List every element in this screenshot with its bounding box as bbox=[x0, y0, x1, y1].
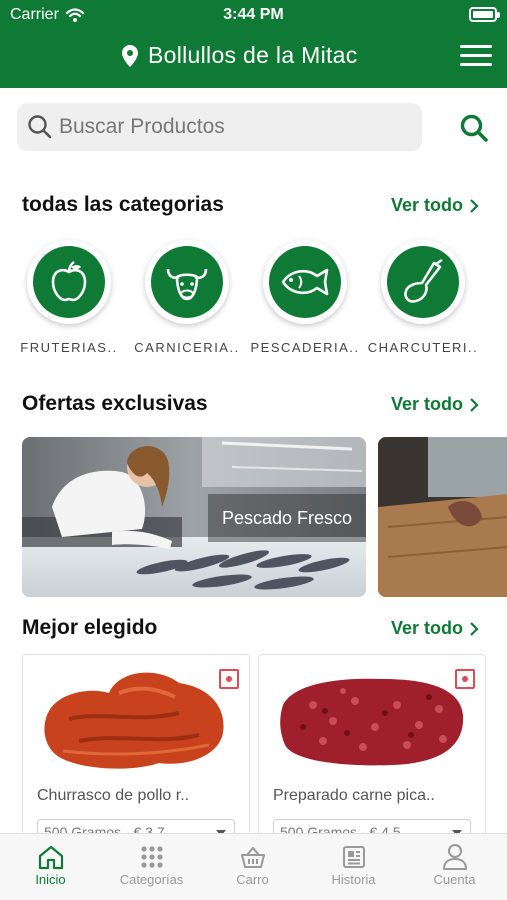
best-see-all-label: Ver todo bbox=[390, 618, 463, 638]
category-pescaderia[interactable]: PESCADERIA.. bbox=[246, 240, 364, 355]
category-carniceria[interactable]: CARNICERIA.. bbox=[128, 240, 246, 355]
product-card[interactable]: Preparado carne pica.. 500 Gramos - € 4.… bbox=[258, 654, 486, 834]
offer-label: Pescado Fresco bbox=[207, 494, 366, 542]
product-image-minced-meat bbox=[280, 678, 464, 766]
product-weight-select[interactable]: 500 Gramos - € 3.7 bbox=[37, 819, 235, 834]
battery-icon bbox=[469, 7, 500, 22]
tab-cuenta[interactable]: Cuenta bbox=[404, 842, 505, 887]
category-icon-frame bbox=[381, 240, 465, 324]
search-button-icon[interactable] bbox=[459, 113, 489, 143]
bull-icon bbox=[166, 268, 208, 301]
best-title: Mejor elegido bbox=[22, 616, 158, 639]
chevron-right-icon bbox=[470, 198, 479, 213]
offers-carousel[interactable]: Pescado Fresco bbox=[22, 437, 507, 597]
offers-see-all-label: Ver todo bbox=[390, 394, 463, 414]
fish-icon bbox=[281, 268, 329, 296]
best-see-all-link[interactable]: Ver todo bbox=[391, 618, 479, 639]
chevron-right-icon bbox=[470, 397, 479, 412]
tab-categorias[interactable]: Categorías bbox=[101, 842, 202, 887]
basket-icon bbox=[240, 846, 265, 868]
chevron-right-icon bbox=[470, 621, 479, 636]
ham-icon bbox=[404, 259, 443, 303]
tab-label: Cuenta bbox=[433, 872, 476, 887]
location-label: Bollullos de la Mitac bbox=[148, 42, 358, 68]
category-label: CHARCUTERI.. bbox=[367, 340, 479, 355]
grid-dots-icon bbox=[140, 846, 163, 868]
category-icon-frame bbox=[145, 240, 229, 324]
search-placeholder: Buscar Productos bbox=[59, 115, 225, 138]
bottom-tab-bar: Inicio Categorías Carro Historia Cuenta bbox=[0, 833, 507, 900]
categories-see-all-link[interactable]: Ver todo bbox=[391, 195, 479, 216]
category-label: PESCADERIA.. bbox=[250, 340, 360, 355]
category-icon-frame bbox=[263, 240, 347, 324]
home-icon bbox=[38, 845, 63, 870]
location-pin-icon bbox=[122, 44, 138, 67]
category-label: CARNICERIA.. bbox=[134, 340, 240, 355]
product-image-chicken-churrasco bbox=[44, 672, 224, 769]
tab-historia[interactable]: Historia bbox=[303, 842, 404, 887]
tab-label: Inicio bbox=[35, 872, 66, 887]
status-time: 3:44 PM bbox=[223, 6, 284, 23]
category-list: FRUTERIAS.. CARNICERIA.. PESCADERIA.. CH… bbox=[20, 240, 492, 360]
offer-card-partial[interactable] bbox=[378, 437, 507, 597]
tab-label: Historia bbox=[331, 872, 376, 887]
tab-carro[interactable]: Carro bbox=[202, 842, 303, 887]
status-bar: Carrier 3:44 PM bbox=[0, 0, 507, 30]
product-weight-select[interactable]: 500 Gramos - € 4.5 bbox=[273, 819, 471, 834]
tab-inicio[interactable]: Inicio bbox=[0, 842, 101, 887]
category-label: FRUTERIAS.. bbox=[20, 340, 118, 355]
product-name: Churrasco de pollo r.. bbox=[37, 787, 190, 804]
offer-image-meat-board bbox=[378, 437, 507, 597]
tab-label: Categorías bbox=[119, 872, 184, 887]
category-fruterias[interactable]: FRUTERIAS.. bbox=[10, 240, 128, 355]
category-charcuteria[interactable]: CHARCUTERI.. bbox=[364, 240, 482, 355]
user-icon bbox=[442, 844, 467, 870]
location-selector[interactable]: Bollullos de la Mitac bbox=[122, 42, 390, 69]
newspaper-icon bbox=[342, 846, 365, 868]
veg-badge-icon bbox=[219, 669, 239, 689]
hamburger-menu-icon[interactable] bbox=[460, 45, 492, 67]
product-name: Preparado carne pica.. bbox=[273, 787, 435, 804]
magnifier-icon bbox=[28, 115, 52, 139]
category-icon-frame bbox=[27, 240, 111, 324]
categories-title: todas las categorias bbox=[22, 193, 224, 216]
tab-label: Carro bbox=[236, 872, 269, 887]
offers-see-all-link[interactable]: Ver todo bbox=[391, 394, 479, 415]
top-bar: Carrier 3:44 PM Bollullos de la Mitac bbox=[0, 0, 507, 88]
offer-card[interactable]: Pescado Fresco bbox=[22, 437, 366, 597]
product-list: Churrasco de pollo r.. 500 Gramos - € 3.… bbox=[22, 654, 492, 834]
search-input[interactable]: Buscar Productos bbox=[17, 103, 422, 151]
apple-icon bbox=[51, 261, 87, 302]
veg-badge-icon bbox=[455, 669, 475, 689]
categories-see-all-label: Ver todo bbox=[390, 195, 463, 215]
product-card[interactable]: Churrasco de pollo r.. 500 Gramos - € 3.… bbox=[22, 654, 250, 834]
offers-title: Ofertas exclusivas bbox=[22, 392, 208, 415]
